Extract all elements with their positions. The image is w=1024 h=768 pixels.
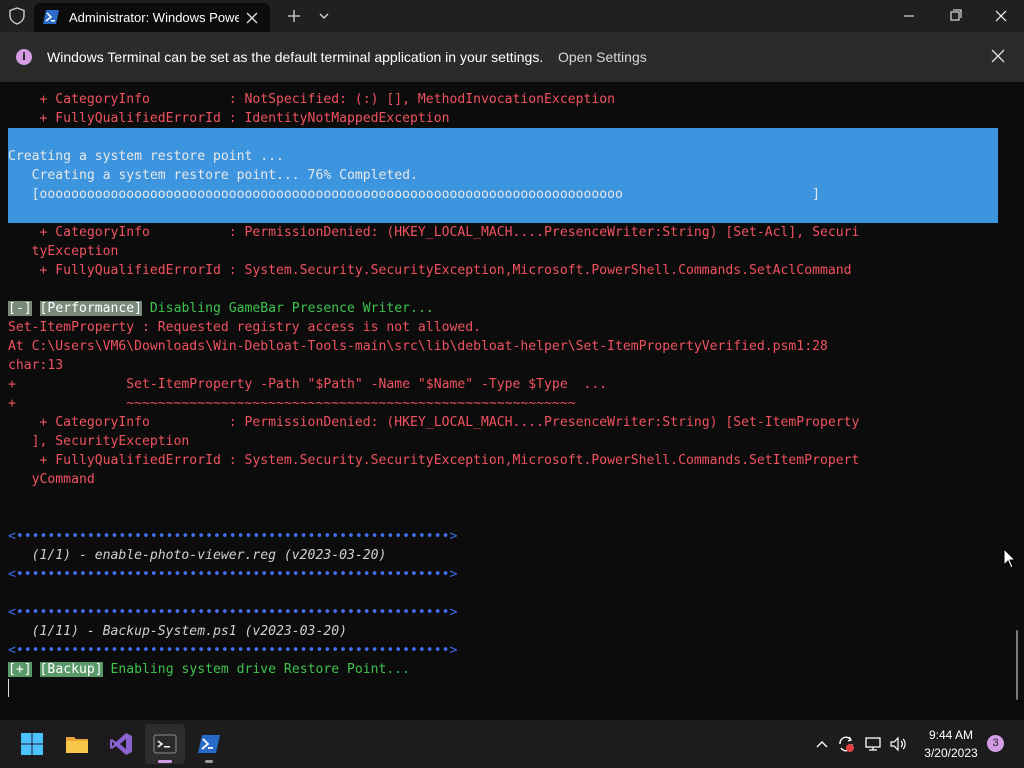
separator-line: <•••••••••••••••••••••••••••••••••••••••… (8, 567, 458, 582)
file-explorer-icon (66, 737, 88, 753)
separator-line: <•••••••••••••••••••••••••••••••••••••••… (8, 605, 458, 620)
output-line: + Set-ItemProperty -Path "$Path" -Name "… (8, 377, 608, 392)
status-message: Disabling GameBar Presence Writer... (142, 301, 434, 316)
taskbar-app-terminal[interactable] (145, 724, 185, 764)
start-button[interactable] (12, 724, 52, 764)
separator-line: <•••••••••••••••••••••••••••••••••••••••… (8, 643, 458, 658)
performance-line: [-] [Performance] Disabling GameBar Pres… (8, 299, 434, 318)
taskbar-app-file-explorer[interactable] (57, 724, 97, 764)
taskbar-app-visual-studio[interactable] (101, 724, 141, 764)
status-tag: [+] (8, 662, 32, 677)
maximize-icon[interactable] (932, 0, 978, 32)
shield-icon (9, 7, 25, 25)
info-bar: i Windows Terminal can be set as the def… (0, 32, 1024, 82)
text-cursor (8, 679, 9, 697)
output-line: char:13 (8, 358, 64, 373)
category-tag: [Backup] (39, 662, 103, 677)
progress-bar: [ooooooooooooooooooooooooooooooooooooooo… (8, 187, 820, 202)
plus-icon[interactable] (284, 6, 304, 26)
tab-powershell[interactable]: Administrator: Windows PowerShell (34, 3, 270, 32)
status-message: Enabling system drive Restore Point... (102, 662, 411, 677)
clock-time: 9:44 AM (928, 728, 974, 742)
taskbar-app-powershell[interactable] (189, 724, 229, 764)
close-icon[interactable] (988, 46, 1008, 66)
output-line: ], SecurityException (8, 434, 190, 449)
title-bar: Administrator: Windows PowerShell (0, 0, 1024, 32)
progress-status: Creating a system restore point... 76% C… (8, 168, 418, 183)
taskbar-clock[interactable]: 9:44 AM 3/20/2023 (916, 726, 986, 762)
clock-date: 3/20/2023 (924, 746, 978, 760)
separator-line: <•••••••••••••••••••••••••••••••••••••••… (8, 529, 458, 544)
output-line: + FullyQualifiedErrorId : IdentityNotMap… (8, 111, 450, 126)
volume-icon[interactable] (888, 734, 908, 754)
progress-title: Creating a system restore point ... (8, 149, 284, 164)
tab-title: Administrator: Windows PowerShell (69, 10, 239, 25)
output-line: yCommand (8, 472, 95, 487)
category-tag: [Performance] (39, 301, 143, 316)
terminal-output[interactable]: + CategoryInfo : NotSpecified: (:) [], M… (0, 82, 1024, 720)
output-line: + CategoryInfo : NotSpecified: (:) [], M… (8, 92, 615, 107)
output-line: + CategoryInfo : PermissionDenied: (HKEY… (8, 225, 860, 240)
scrollbar[interactable] (1016, 630, 1018, 700)
chevron-up-icon[interactable] (812, 734, 832, 754)
output-line: tyException (8, 244, 119, 259)
backup-line: [+] [Backup] Enabling system drive Resto… (8, 660, 410, 679)
visual-studio-icon (110, 733, 132, 755)
output-line: + CategoryInfo : PermissionDenied: (HKEY… (8, 415, 860, 430)
terminal-icon (153, 734, 177, 754)
status-tag: [-] (8, 301, 32, 316)
output-line: At C:\Users\VM6\Downloads\Win-Debloat-To… (8, 339, 828, 354)
open-settings-link[interactable]: Open Settings (558, 47, 647, 67)
output-line: + ~~~~~~~~~~~~~~~~~~~~~~~~~~~~~~~~~~~~~~… (8, 396, 576, 411)
close-icon[interactable] (242, 8, 262, 28)
chevron-down-icon[interactable] (314, 6, 334, 26)
mouse-pointer-icon (1003, 548, 1017, 569)
info-message: Windows Terminal can be set as the defau… (47, 49, 544, 65)
powershell-icon (43, 10, 59, 24)
output-line: + FullyQualifiedErrorId : System.Securit… (8, 263, 852, 278)
script-title-line: (1/1) - enable-photo-viewer.reg (v2023-0… (8, 548, 387, 563)
sync-icon[interactable] (836, 734, 856, 754)
notification-badge[interactable]: 3 (987, 735, 1004, 752)
network-icon[interactable] (863, 734, 883, 754)
active-indicator (158, 760, 172, 763)
running-indicator (205, 760, 213, 763)
minimize-icon[interactable] (886, 0, 932, 32)
info-icon: i (16, 49, 32, 65)
powershell-icon (198, 735, 220, 753)
taskbar: 9:44 AM 3/20/2023 3 (0, 720, 1024, 768)
output-line: Set-ItemProperty : Requested registry ac… (8, 320, 481, 335)
output-line: + FullyQualifiedErrorId : System.Securit… (8, 453, 860, 468)
script-title-line: (1/11) - Backup-System.ps1 (v2023-03-20) (8, 624, 347, 639)
close-window-icon[interactable] (978, 0, 1024, 32)
windows-start-icon (21, 733, 43, 755)
